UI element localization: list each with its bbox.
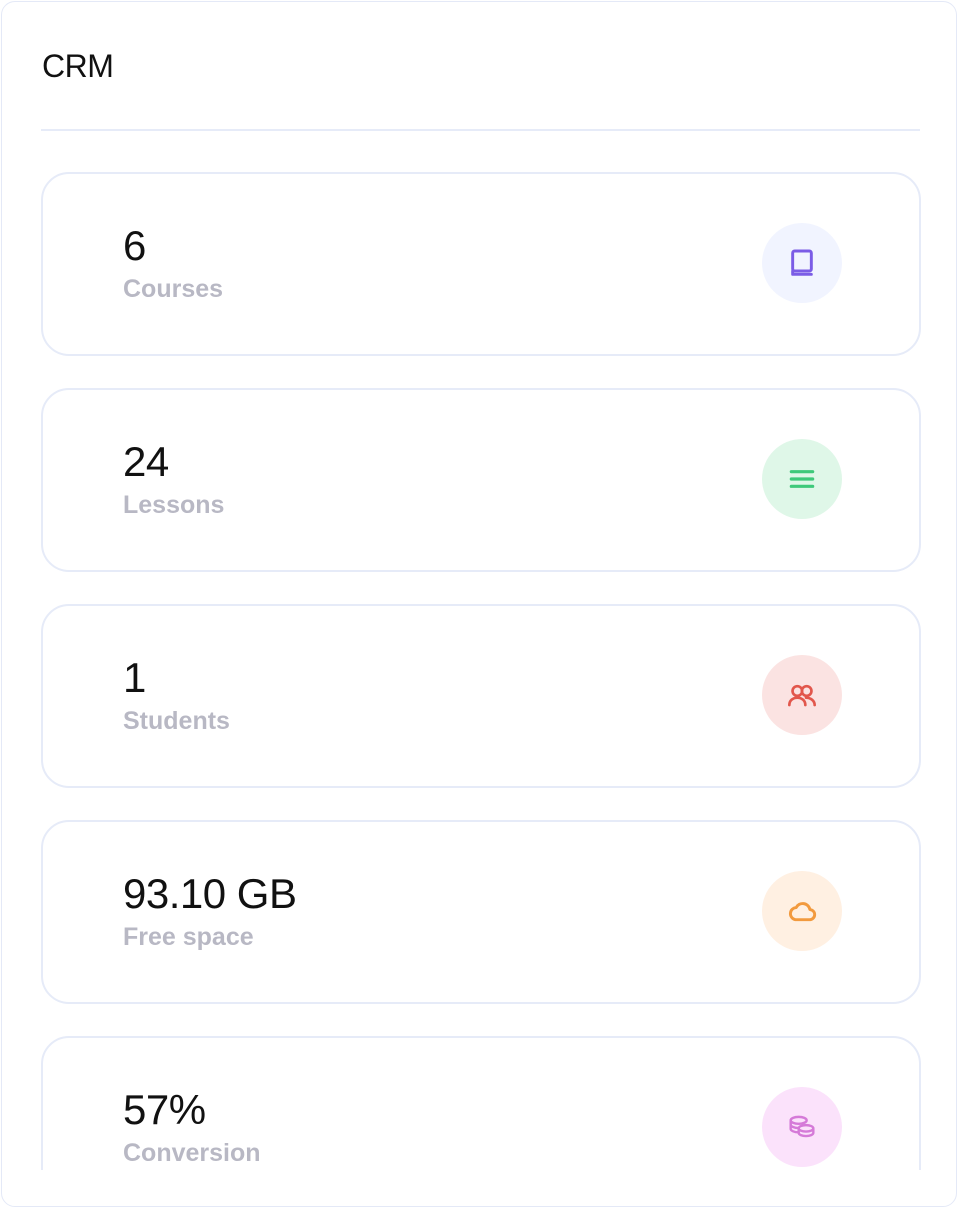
- stats-list: 6 Courses 24 Lessons 1 Students 93.10 GB…: [41, 172, 921, 1170]
- students-icon-badge: [762, 655, 842, 735]
- book-icon: [791, 249, 813, 276]
- courses-icon-badge: [762, 223, 842, 303]
- free-space-icon-badge: [762, 871, 842, 951]
- crm-panel: CRM 6 Courses 24 Lessons 1 Students 93.1…: [1, 1, 957, 1207]
- stat-value: 57%: [123, 1086, 206, 1133]
- stat-card-lessons[interactable]: 24 Lessons: [41, 388, 921, 572]
- stat-value: 1: [123, 654, 146, 701]
- panel-title: CRM: [42, 48, 114, 84]
- coins-icon: [789, 1115, 815, 1138]
- lessons-icon-badge: [762, 439, 842, 519]
- conversion-icon-badge: [762, 1087, 842, 1167]
- stat-card-free-space[interactable]: 93.10 GB Free space: [41, 820, 921, 1004]
- stat-label: Students: [123, 707, 230, 735]
- stat-label: Lessons: [123, 491, 225, 519]
- stat-card-students[interactable]: 1 Students: [41, 604, 921, 788]
- stat-label: Conversion: [123, 1139, 261, 1167]
- stat-card-courses[interactable]: 6 Courses: [41, 172, 921, 356]
- users-icon: [788, 684, 816, 707]
- stat-label: Courses: [123, 275, 224, 303]
- stat-value: 93.10 GB: [123, 870, 297, 917]
- stat-value: 24: [123, 438, 169, 485]
- list-icon: [789, 470, 815, 488]
- cloud-icon: [788, 902, 817, 922]
- stat-value: 6: [123, 222, 146, 269]
- header-divider: [41, 129, 920, 131]
- stat-card-conversion[interactable]: 57% Conversion: [41, 1036, 921, 1170]
- stat-label: Free space: [123, 923, 254, 951]
